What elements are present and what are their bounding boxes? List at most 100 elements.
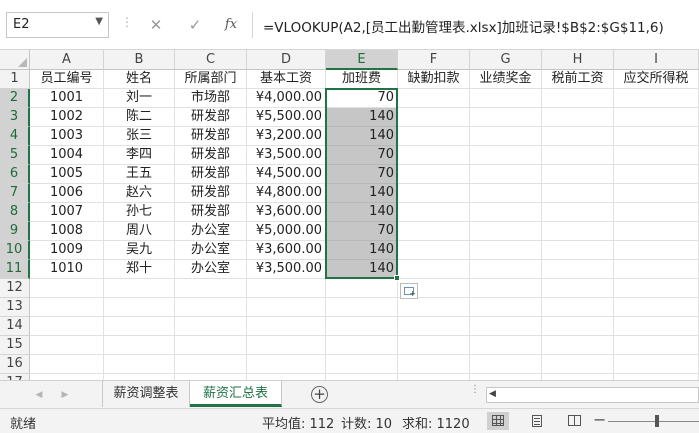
cell[interactable] (542, 317, 614, 336)
cell[interactable] (398, 260, 470, 279)
data-cell[interactable]: ¥3,600.00 (247, 241, 326, 260)
cell[interactable] (104, 298, 175, 317)
cell[interactable] (398, 146, 470, 165)
data-cell[interactable]: 办公室 (175, 260, 247, 279)
data-cell[interactable]: 吴九 (104, 241, 175, 260)
cell[interactable] (470, 108, 542, 127)
cell[interactable] (542, 336, 614, 355)
column-header[interactable]: E (326, 50, 398, 70)
row-header[interactable]: 10 (0, 241, 30, 260)
insert-function-icon[interactable]: fx (216, 12, 246, 38)
row-header[interactable]: 3 (0, 108, 30, 127)
header-cell[interactable]: 姓名 (104, 70, 175, 89)
column-header[interactable]: A (30, 50, 104, 70)
cell[interactable] (470, 203, 542, 222)
data-cell[interactable]: 研发部 (175, 203, 247, 222)
header-cell[interactable]: 应交所得税 (614, 70, 699, 89)
cell[interactable] (398, 165, 470, 184)
column-header[interactable]: G (470, 50, 542, 70)
cell[interactable] (470, 222, 542, 241)
cell[interactable] (542, 298, 614, 317)
cancel-icon[interactable]: ✕ (141, 12, 171, 38)
cell[interactable] (470, 279, 542, 298)
selected-cell[interactable]: 70 (326, 146, 398, 165)
cell[interactable] (614, 127, 699, 146)
cell[interactable] (30, 317, 104, 336)
data-cell[interactable]: 刘一 (104, 89, 175, 108)
cell[interactable] (326, 336, 398, 355)
add-sheet-icon[interactable]: + (311, 386, 328, 403)
data-cell[interactable]: ¥5,000.00 (247, 222, 326, 241)
cell[interactable] (542, 184, 614, 203)
cell[interactable] (542, 165, 614, 184)
data-cell[interactable]: 1010 (30, 260, 104, 279)
page-break-preview-button[interactable] (564, 412, 586, 430)
cell[interactable] (542, 127, 614, 146)
data-cell[interactable]: ¥4,500.00 (247, 165, 326, 184)
cell[interactable] (470, 298, 542, 317)
zoom-slider-thumb[interactable] (655, 415, 659, 427)
cell[interactable] (104, 355, 175, 374)
cell[interactable] (398, 89, 470, 108)
cell[interactable] (614, 108, 699, 127)
horizontal-scrollbar[interactable]: ◀ (486, 387, 699, 403)
selected-cell[interactable]: 140 (326, 184, 398, 203)
cell[interactable] (542, 146, 614, 165)
cell[interactable] (614, 260, 699, 279)
row-header[interactable]: 16 (0, 355, 30, 374)
column-header[interactable]: C (175, 50, 247, 70)
data-cell[interactable]: 研发部 (175, 184, 247, 203)
cell[interactable] (614, 146, 699, 165)
data-cell[interactable]: ¥3,200.00 (247, 127, 326, 146)
cell[interactable] (614, 184, 699, 203)
data-cell[interactable]: 1009 (30, 241, 104, 260)
cell[interactable] (175, 279, 247, 298)
cell[interactable] (614, 222, 699, 241)
data-cell[interactable]: 研发部 (175, 127, 247, 146)
cell[interactable] (398, 317, 470, 336)
selected-cell[interactable]: 140 (326, 127, 398, 146)
data-cell[interactable]: 研发部 (175, 146, 247, 165)
data-cell[interactable]: 赵六 (104, 184, 175, 203)
cell[interactable] (398, 336, 470, 355)
data-cell[interactable]: 办公室 (175, 222, 247, 241)
header-cell[interactable]: 加班费 (326, 70, 398, 89)
cell[interactable] (614, 317, 699, 336)
cell[interactable] (470, 184, 542, 203)
scroll-left-icon[interactable]: ◀ (489, 389, 496, 399)
select-all-button[interactable] (0, 50, 30, 70)
cell[interactable] (104, 336, 175, 355)
cell[interactable] (247, 298, 326, 317)
data-cell[interactable]: 市场部 (175, 89, 247, 108)
normal-view-button[interactable] (487, 412, 509, 430)
cell[interactable] (247, 336, 326, 355)
selected-cell[interactable]: 70 (326, 222, 398, 241)
data-cell[interactable]: 1003 (30, 127, 104, 146)
cell[interactable] (398, 203, 470, 222)
selected-cell[interactable]: 140 (326, 260, 398, 279)
cell[interactable] (30, 279, 104, 298)
header-cell[interactable]: 税前工资 (542, 70, 614, 89)
header-cell[interactable]: 基本工资 (247, 70, 326, 89)
data-cell[interactable]: 张三 (104, 127, 175, 146)
column-header[interactable]: H (542, 50, 614, 70)
tab-salary-summary[interactable]: 薪资汇总表 (190, 381, 282, 407)
data-cell[interactable]: 李四 (104, 146, 175, 165)
row-header[interactable]: 7 (0, 184, 30, 203)
cell[interactable] (398, 108, 470, 127)
row-header[interactable]: 15 (0, 336, 30, 355)
cell[interactable] (326, 279, 398, 298)
page-layout-button[interactable] (526, 412, 548, 430)
data-cell[interactable]: 1001 (30, 89, 104, 108)
selected-cell[interactable]: 140 (326, 108, 398, 127)
selected-cell[interactable]: 70 (326, 89, 398, 108)
data-cell[interactable]: 办公室 (175, 241, 247, 260)
data-cell[interactable]: 陈二 (104, 108, 175, 127)
tab-salary-adjustment[interactable]: 薪资调整表 (102, 381, 190, 407)
cell[interactable] (542, 89, 614, 108)
row-header[interactable]: 5 (0, 146, 30, 165)
cell[interactable] (247, 355, 326, 374)
data-cell[interactable]: ¥5,500.00 (247, 108, 326, 127)
enter-icon[interactable]: ✓ (180, 12, 210, 38)
cell[interactable] (326, 298, 398, 317)
